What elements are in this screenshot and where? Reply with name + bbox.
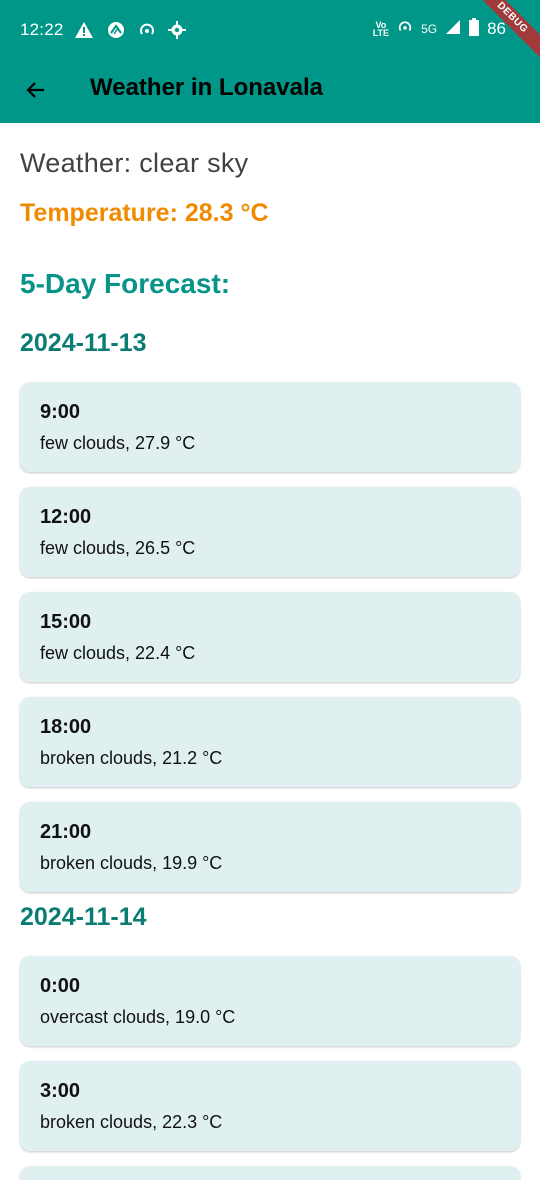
forecast-card: 9:00 few clouds, 27.9 °C [20,382,520,472]
status-bar: 12:22 Vo LTE 5G 86 DEBUG [0,0,540,67]
forecast-description: overcast clouds, 19.0 °C [40,1007,236,1027]
forecast-card: 15:00 few clouds, 22.4 °C [20,592,520,682]
page-title: Weather in Lonavala [90,74,323,101]
signal-icon [445,19,461,38]
forecast-card: 21:00 broken clouds, 19.9 °C [20,802,520,892]
main-content: Weather: clear sky Temperature: 28.3 °C … [0,123,540,1180]
current-weather-description: Weather: clear sky [20,148,249,178]
gear-icon [168,21,186,44]
forecast-description: few clouds, 26.5 °C [40,538,196,558]
back-button[interactable] [18,74,54,110]
forecast-time: 3:00 [40,1080,81,1102]
forecast-time: 18:00 [40,716,92,738]
forecast-description: few clouds, 27.9 °C [40,433,196,453]
forecast-time: 21:00 [40,821,92,843]
forecast-description: few clouds, 22.4 °C [40,643,196,663]
forecast-description: broken clouds, 21.2 °C [40,748,223,768]
status-left-icons [74,21,186,44]
forecast-date-heading: 2024-11-13 [20,329,147,357]
status-right-icons: Vo LTE 5G 86 [373,18,506,39]
forecast-time: 0:00 [40,975,81,997]
battery-icon [469,18,480,39]
forecast-card: 18:00 broken clouds, 21.2 °C [20,697,520,787]
forecast-heading: 5-Day Forecast: [20,268,231,299]
network-label: 5G [421,21,438,36]
app-bar: Weather in Lonavala [0,62,540,123]
forecast-time: 12:00 [40,506,92,528]
arrow-left-icon [24,78,48,107]
forecast-card-partial [20,1166,520,1180]
status-time: 12:22 [20,20,64,39]
battery-percent: 86 [487,18,506,38]
alert-icon [74,21,94,44]
forecast-description: broken clouds, 22.3 °C [40,1112,223,1132]
bottom-edge [0,1180,540,1200]
vo-lte-icon: Vo LTE [372,20,390,38]
forecast-card: 3:00 broken clouds, 22.3 °C [20,1061,520,1151]
hotspot-icon [397,19,413,38]
forecast-time: 15:00 [40,611,92,633]
forecast-date-heading: 2024-11-14 [20,903,147,931]
current-temperature: Temperature: 28.3 °C [20,199,269,227]
forecast-card: 12:00 few clouds, 26.5 °C [20,487,520,577]
app-icon [106,21,126,44]
forecast-description: broken clouds, 19.9 °C [40,853,223,873]
forecast-card: 0:00 overcast clouds, 19.0 °C [20,956,520,1046]
forecast-time: 9:00 [40,401,81,423]
hotspot-icon [138,21,156,44]
volte-bottom: LTE [372,27,390,38]
